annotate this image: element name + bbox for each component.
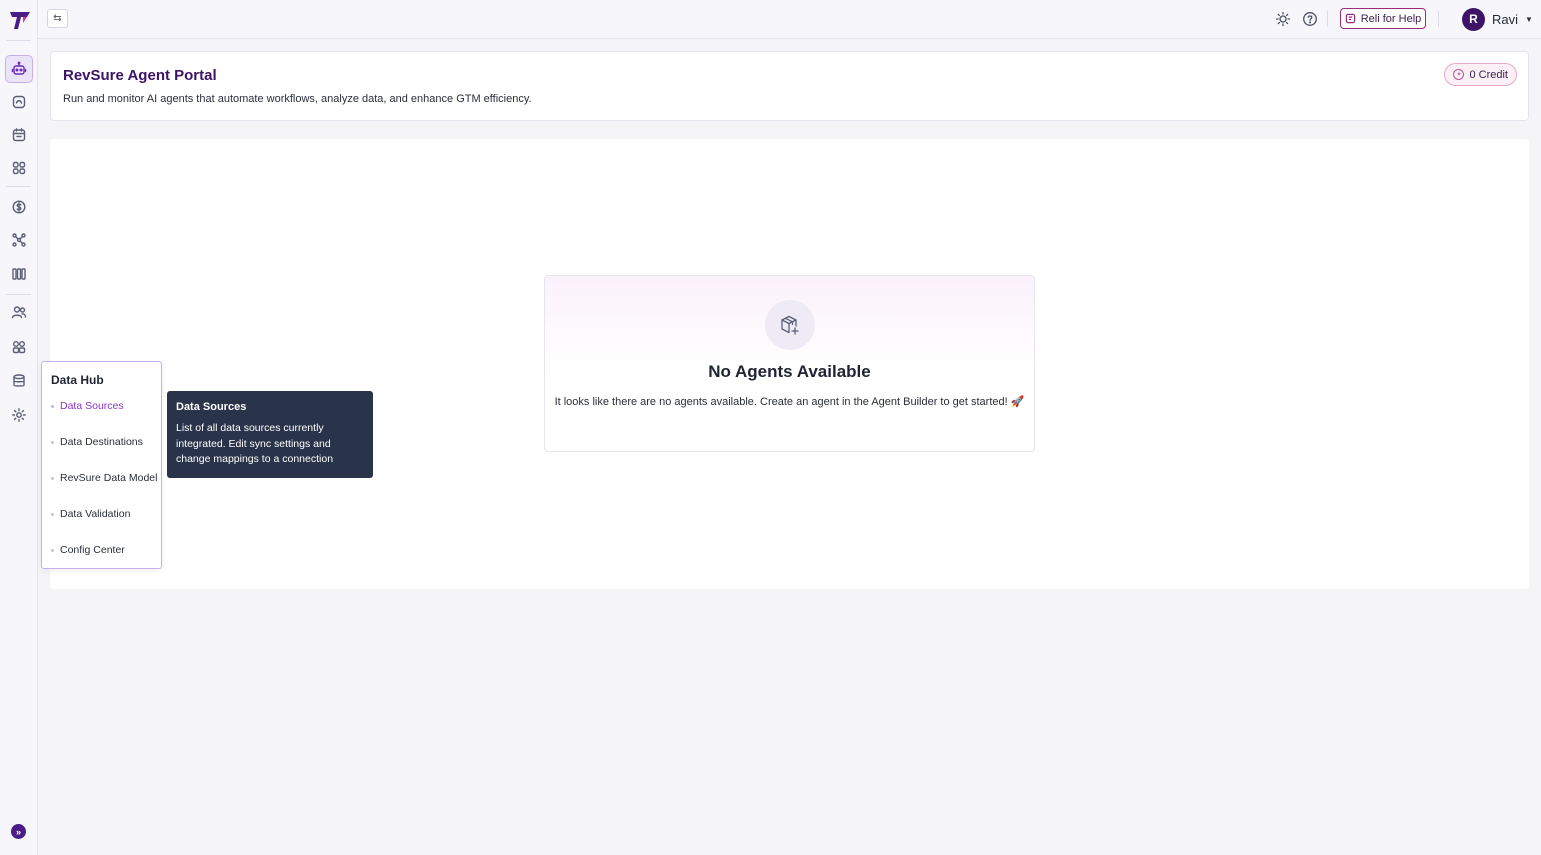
page-title: RevSure Agent Portal [63,67,217,84]
sidebar-item-accounts[interactable] [5,333,33,361]
flyout-title: Data Hub [51,373,104,387]
bullet-icon [51,440,54,444]
sidebar-item-revenue[interactable] [5,193,33,221]
flyout-item-label: RevSure Data Model [60,472,158,484]
columns-icon [12,268,26,280]
bullet-icon [51,548,54,552]
credit-badge[interactable]: ✦ 0 Credit [1444,63,1517,86]
flyout-item-label: Config Center [60,544,125,556]
bullet-icon [51,404,54,408]
revsure-logo[interactable] [9,9,31,31]
calendar-icon [12,128,26,142]
bullet-icon [51,476,54,480]
flyout-item-label: Data Sources [60,400,124,412]
funnel-icon [12,233,26,247]
reli-icon [1345,13,1355,24]
topbar: ⇆ Reli for Help R Ravi ▼ [38,0,1541,39]
tooltip-body: List of all data sources currently integ… [176,422,334,465]
dollar-icon [12,200,26,214]
user-menu[interactable]: R Ravi ▼ [1462,7,1533,31]
empty-state-description: It looks like there are no agents availa… [554,396,1025,408]
topbar-divider [1438,11,1439,27]
sun-icon [1275,11,1291,27]
reli-help-button[interactable]: Reli for Help [1340,8,1426,29]
sidebar-item-data-hub[interactable] [5,367,33,395]
sidebar-divider [6,186,31,187]
bullet-icon [51,512,54,516]
page-header: RevSure Agent Portal Run and monitor AI … [50,51,1529,121]
sidebar-item-calendar[interactable] [5,121,33,149]
credit-icon: ✦ [1453,69,1465,80]
sidebar-item-apps[interactable] [5,154,33,182]
settings-icon [12,408,26,422]
flyout-item-data-destinations[interactable]: Data Destinations [51,434,143,450]
insights-icon [12,95,26,109]
page-subtitle: Run and monitor AI agents that automate … [63,93,532,105]
theme-toggle-button[interactable] [1274,10,1292,28]
empty-state-icon-wrap [765,300,815,350]
agent-icon [11,61,27,75]
empty-state-title: No Agents Available [708,362,871,381]
question-circle-icon [1303,12,1317,26]
flyout-item-data-validation[interactable]: Data Validation [51,506,130,522]
sidebar-item-users[interactable] [5,298,33,326]
collapse-sidebar-button[interactable]: ⇆ [47,9,68,28]
data-hub-flyout: Data Hub Data Sources Data Destinations … [41,361,162,569]
empty-state: No Agents Available It looks like there … [544,275,1035,452]
reli-help-label: Reli for Help [1360,12,1422,25]
topbar-divider [1327,11,1328,27]
chevron-down-icon: ▼ [1525,14,1533,24]
credit-label: 0 Credit [1469,68,1508,81]
apps-grid-icon [12,161,26,175]
sidebar: » [0,0,38,855]
flyout-item-config-center[interactable]: Config Center [51,542,125,558]
sidebar-divider [6,294,31,295]
help-icon-button[interactable] [1301,10,1319,28]
sidebar-item-settings[interactable] [5,401,33,429]
sidebar-item-insights[interactable] [5,88,33,116]
tooltip-title: Data Sources [176,401,247,413]
user-name: Ravi [1492,11,1519,27]
flyout-item-label: Data Validation [60,508,131,520]
expand-sidebar-button[interactable]: » [11,824,26,839]
flyout-item-data-sources[interactable]: Data Sources [51,398,124,414]
sidebar-item-agents[interactable] [5,55,33,83]
avatar: R [1462,7,1485,31]
users-icon [11,306,27,319]
agents-panel: No Agents Available It looks like there … [50,139,1529,589]
database-icon [13,374,25,387]
flyout-item-revsure-data-model[interactable]: RevSure Data Model [51,470,157,486]
accounts-icon [12,341,26,354]
sidebar-item-journey[interactable] [5,226,33,254]
sidebar-divider [6,40,31,41]
package-add-icon [781,315,799,335]
flyout-item-label: Data Destinations [60,436,143,448]
tooltip: Data Sources List of all data sources cu… [167,391,373,478]
sidebar-item-pipeline[interactable] [5,260,33,288]
